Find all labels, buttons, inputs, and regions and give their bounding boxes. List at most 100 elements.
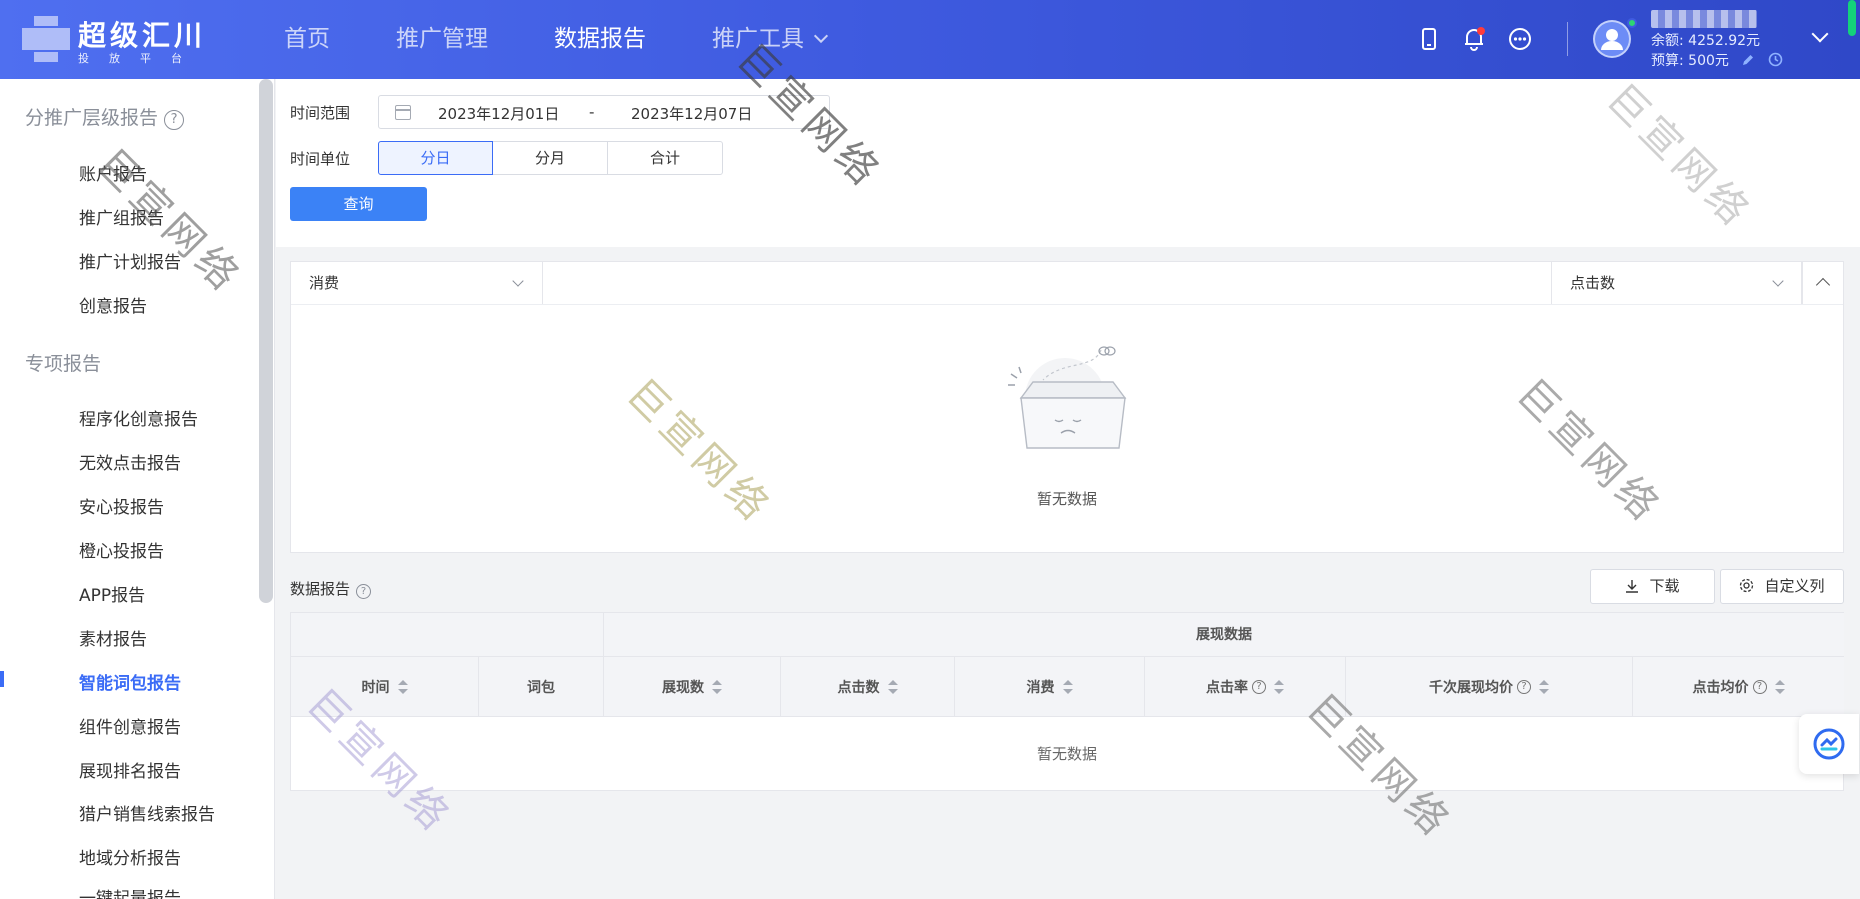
account-name-masked bbox=[1651, 10, 1757, 28]
sidebar-item-material[interactable]: 素材报告 bbox=[79, 625, 147, 650]
top-header: 超级汇川 投放平台 首页 推广管理 数据报告 推广工具 余额: 4252.92元… bbox=[0, 0, 1860, 79]
report-table: 展现数据 时间 词包 展现数 点击数 消费 点击率? 千次展现均价? 点击均价?… bbox=[290, 612, 1844, 791]
mobile-icon[interactable] bbox=[1416, 26, 1442, 52]
column-header-cost-label: 消费 bbox=[1026, 679, 1055, 696]
sidebar-item-programmatic-creative[interactable]: 程序化创意报告 bbox=[79, 405, 198, 430]
column-header-cpm-label: 千次展现均价 bbox=[1429, 679, 1513, 696]
sort-icon[interactable] bbox=[1062, 679, 1073, 694]
sidebar-item-component-creative[interactable]: 组件创意报告 bbox=[79, 713, 181, 738]
sort-icon[interactable] bbox=[1774, 679, 1785, 694]
nav-home[interactable]: 首页 bbox=[284, 0, 330, 79]
start-date[interactable]: 2023年12月01日 bbox=[438, 103, 559, 124]
column-header-cpc-label: 点击均价 bbox=[1692, 679, 1749, 696]
chevron-down-icon bbox=[813, 28, 829, 44]
sidebar-item-app[interactable]: APP报告 bbox=[79, 581, 145, 606]
chart-panel: 消费 点击数 暂无数据 bbox=[290, 261, 1844, 553]
column-header-time-label: 时间 bbox=[361, 679, 390, 696]
help-icon[interactable]: ? bbox=[356, 584, 372, 599]
chart-header-divider bbox=[291, 304, 1843, 305]
sidebar-item-creative-report[interactable]: 创意报告 bbox=[79, 292, 147, 317]
unit-total[interactable]: 合计 bbox=[607, 141, 723, 175]
column-header-ctr[interactable]: 点击率? bbox=[1145, 657, 1346, 717]
clock-icon[interactable] bbox=[1768, 52, 1783, 67]
column-header-cpc[interactable]: 点击均价? bbox=[1633, 657, 1844, 717]
sidebar-group-special: 专项报告 bbox=[25, 353, 102, 375]
account-budget-text: 预算: 500元 bbox=[1651, 53, 1729, 69]
sidebar-item-leads[interactable]: 猎户销售线索报告 bbox=[79, 800, 215, 825]
collapse-chart-button[interactable] bbox=[1801, 262, 1843, 304]
assistant-icon bbox=[1813, 728, 1845, 760]
sidebar-item-chengxin[interactable]: 橙心投报告 bbox=[79, 537, 164, 562]
sidebar-item-region[interactable]: 地域分析报告 bbox=[79, 844, 181, 869]
left-metric-value: 消费 bbox=[309, 274, 340, 292]
top-nav: 首页 推广管理 数据报告 推广工具 bbox=[284, 0, 892, 79]
logo-title: 超级汇川 bbox=[78, 19, 207, 52]
nav-promotion-tools-label: 推广工具 bbox=[712, 26, 804, 52]
sidebar-item-anxin[interactable]: 安心投报告 bbox=[79, 493, 164, 518]
sort-icon[interactable] bbox=[712, 679, 722, 694]
chart-empty-text: 暂无数据 bbox=[1036, 490, 1097, 508]
account-dropdown-icon[interactable] bbox=[1811, 25, 1829, 43]
bell-icon[interactable] bbox=[1461, 26, 1487, 52]
chevron-down-icon bbox=[1772, 275, 1784, 287]
sort-icon[interactable] bbox=[1539, 679, 1549, 694]
sidebar-item-group-report[interactable]: 推广组报告 bbox=[79, 204, 164, 229]
column-header-clicks[interactable]: 点击数 bbox=[781, 657, 955, 717]
nav-promotion-tools[interactable]: 推广工具 bbox=[712, 0, 829, 79]
sidebar-group-hierarchy-title: 分推广层级报告 bbox=[25, 107, 159, 129]
floating-assistant-button[interactable] bbox=[1799, 714, 1859, 774]
column-header-impressions-label: 展现数 bbox=[662, 679, 704, 696]
table-group-header-blank bbox=[291, 613, 604, 657]
sidebar-item-one-click-boost[interactable]: 一键起量报告 bbox=[79, 884, 181, 899]
time-unit-label: 时间单位 bbox=[290, 150, 351, 168]
more-icon[interactable] bbox=[1507, 26, 1533, 52]
user-icon bbox=[1601, 29, 1623, 50]
help-icon[interactable]: ? bbox=[164, 110, 185, 130]
download-icon bbox=[1626, 580, 1639, 593]
header-divider bbox=[1567, 22, 1568, 56]
help-icon[interactable]: ? bbox=[1252, 679, 1266, 694]
sidebar-scrollbar[interactable] bbox=[259, 79, 273, 603]
sidebar-item-invalid-click[interactable]: 无效点击报告 bbox=[79, 449, 181, 474]
column-header-cost[interactable]: 消费 bbox=[955, 657, 1145, 717]
account-balance: 余额: 4252.92元 bbox=[1651, 33, 1761, 49]
sidebar-item-ranking[interactable]: 展现排名报告 bbox=[79, 757, 181, 782]
right-metric-select[interactable]: 点击数 bbox=[1551, 262, 1803, 304]
sidebar-item-plan-report[interactable]: 推广计划报告 bbox=[79, 248, 181, 273]
download-button[interactable]: 下载 bbox=[1590, 569, 1715, 604]
custom-columns-button[interactable]: 自定义列 bbox=[1720, 569, 1844, 604]
sort-icon[interactable] bbox=[887, 679, 898, 694]
column-header-cpm[interactable]: 千次展现均价? bbox=[1346, 657, 1633, 717]
sidebar-active-indicator bbox=[0, 671, 4, 687]
calendar-icon bbox=[395, 105, 411, 120]
edit-icon[interactable] bbox=[1741, 53, 1755, 67]
column-header-impressions[interactable]: 展现数 bbox=[604, 657, 781, 717]
left-metric-select[interactable]: 消费 bbox=[291, 262, 543, 304]
sidebar-group-hierarchy: 分推广层级报告? bbox=[25, 103, 185, 130]
logo[interactable]: 超级汇川 投放平台 bbox=[22, 14, 202, 66]
status-indicator bbox=[1848, 0, 1856, 36]
sidebar-item-smart-keyword-pack[interactable]: 智能词包报告 bbox=[79, 669, 181, 694]
end-date[interactable]: 2023年12月07日 bbox=[631, 103, 752, 124]
date-separator: - bbox=[589, 103, 595, 121]
column-header-ctr-label: 点击率 bbox=[1206, 679, 1248, 696]
sort-icon[interactable] bbox=[397, 679, 408, 694]
query-button[interactable]: 查询 bbox=[290, 187, 427, 221]
gear-icon bbox=[1740, 578, 1754, 593]
chevron-down-icon bbox=[512, 275, 524, 287]
table-group-header-impression: 展现数据 bbox=[604, 613, 1844, 657]
download-button-label: 下载 bbox=[1649, 577, 1680, 595]
avatar[interactable] bbox=[1593, 20, 1631, 58]
column-header-time[interactable]: 时间 bbox=[291, 657, 479, 717]
logo-mark-icon bbox=[22, 16, 70, 62]
unit-monthly[interactable]: 分月 bbox=[492, 141, 608, 175]
date-range-picker[interactable]: 2023年12月01日 - 2023年12月07日 bbox=[378, 95, 830, 129]
sort-icon[interactable] bbox=[1274, 679, 1284, 694]
help-icon[interactable]: ? bbox=[1752, 679, 1767, 694]
nav-data-report[interactable]: 数据报告 bbox=[554, 0, 646, 79]
unit-daily[interactable]: 分日 bbox=[378, 141, 493, 175]
chevron-up-icon bbox=[1815, 277, 1831, 293]
nav-promotion-management[interactable]: 推广管理 bbox=[396, 0, 488, 79]
help-icon[interactable]: ? bbox=[1517, 679, 1531, 694]
sidebar-item-account-report[interactable]: 账户报告 bbox=[79, 160, 147, 185]
